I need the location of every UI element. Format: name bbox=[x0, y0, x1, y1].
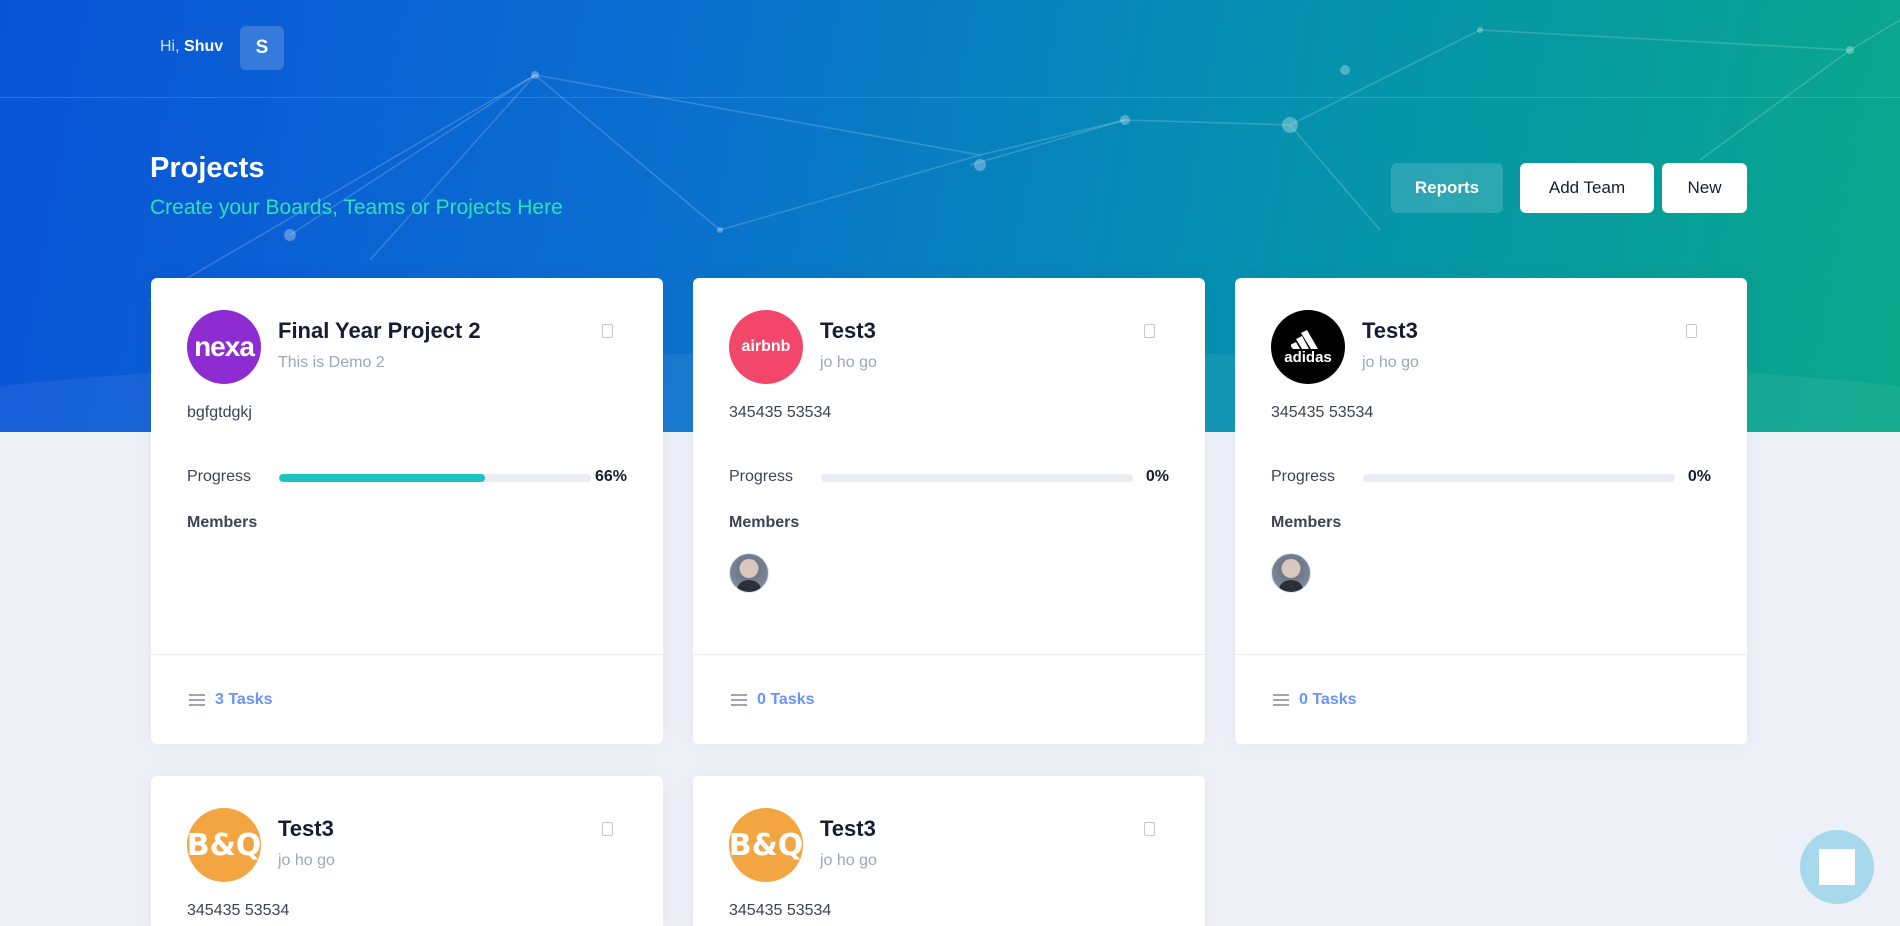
project-card: nexa Final Year Project 2 This is Demo 2… bbox=[151, 278, 663, 744]
project-title[interactable]: Test3 bbox=[1362, 318, 1418, 344]
members-label: Members bbox=[1271, 514, 1342, 531]
logo-text: adidas bbox=[1284, 348, 1332, 366]
progress-percent: 66% bbox=[594, 468, 627, 485]
project-title[interactable]: Final Year Project 2 bbox=[278, 318, 481, 344]
project-description: 345435 53534 bbox=[729, 404, 832, 421]
project-logo-bq[interactable]: B&Q bbox=[729, 808, 803, 882]
tasks-list-icon bbox=[189, 694, 205, 706]
tasks-list-icon bbox=[731, 694, 747, 706]
project-description: bgfgtdgkj bbox=[187, 404, 252, 421]
progress-bar bbox=[1363, 474, 1675, 482]
card-footer: 3 Tasks bbox=[151, 654, 663, 744]
bookmark-icon[interactable] bbox=[1686, 324, 1697, 338]
user-greeting: Hi, Shuv bbox=[160, 38, 223, 56]
tasks-count[interactable]: 0 Tasks bbox=[757, 691, 815, 709]
project-subtitle: jo ho go bbox=[278, 852, 335, 869]
project-logo-airbnb[interactable]: airbnb bbox=[729, 310, 803, 384]
bookmark-icon[interactable] bbox=[1144, 822, 1155, 836]
tasks-link[interactable]: 3 Tasks bbox=[189, 691, 273, 709]
card-footer: 0 Tasks bbox=[693, 654, 1205, 744]
project-subtitle: This is Demo 2 bbox=[278, 354, 385, 371]
progress-row: Progress 0% bbox=[729, 468, 1169, 488]
progress-bar bbox=[279, 474, 591, 482]
members-label: Members bbox=[729, 514, 800, 531]
project-card: airbnb Test3 jo ho go 345435 53534 Progr… bbox=[693, 278, 1205, 744]
project-logo-nexa[interactable]: nexa bbox=[187, 310, 261, 384]
project-card: B&Q Test3 jo ho go 345435 53534 bbox=[151, 776, 663, 926]
progress-percent: 0% bbox=[1687, 468, 1711, 485]
progress-fill bbox=[279, 474, 485, 482]
reports-button[interactable]: Reports bbox=[1391, 163, 1503, 213]
tasks-link[interactable]: 0 Tasks bbox=[1273, 691, 1357, 709]
progress-row: Progress 0% bbox=[1271, 468, 1711, 488]
chat-icon bbox=[1819, 849, 1855, 885]
project-subtitle: jo ho go bbox=[1362, 354, 1419, 371]
project-title[interactable]: Test3 bbox=[278, 816, 334, 842]
adidas-stripes-icon bbox=[1291, 329, 1318, 349]
project-card: adidas Test3 jo ho go 345435 53534 Progr… bbox=[1235, 278, 1747, 744]
bookmark-icon[interactable] bbox=[1144, 324, 1155, 338]
progress-label: Progress bbox=[729, 468, 794, 485]
tasks-count[interactable]: 0 Tasks bbox=[1299, 691, 1357, 709]
user-avatar[interactable]: S bbox=[240, 26, 284, 70]
project-description: 345435 53534 bbox=[187, 902, 290, 919]
add-team-button[interactable]: Add Team bbox=[1520, 163, 1654, 213]
project-logo-adidas[interactable]: adidas bbox=[1271, 310, 1345, 384]
project-subtitle: jo ho go bbox=[820, 852, 877, 869]
member-avatar[interactable] bbox=[729, 553, 769, 593]
top-bar: Hi, Shuv S bbox=[0, 0, 1900, 98]
tasks-list-icon bbox=[1273, 694, 1289, 706]
user-name[interactable]: Shuv bbox=[184, 38, 223, 55]
page-subtitle: Create your Boards, Teams or Projects He… bbox=[150, 196, 563, 219]
members-label: Members bbox=[187, 514, 258, 531]
greeting-prefix: Hi, bbox=[160, 38, 180, 55]
bookmark-icon[interactable] bbox=[602, 324, 613, 338]
progress-bar bbox=[821, 474, 1133, 482]
project-title[interactable]: Test3 bbox=[820, 816, 876, 842]
tasks-link[interactable]: 0 Tasks bbox=[731, 691, 815, 709]
bookmark-icon[interactable] bbox=[602, 822, 613, 836]
page-title: Projects bbox=[150, 152, 265, 184]
project-title[interactable]: Test3 bbox=[820, 318, 876, 344]
progress-percent: 0% bbox=[1145, 468, 1169, 485]
project-description: 345435 53534 bbox=[1271, 404, 1374, 421]
card-footer: 0 Tasks bbox=[1235, 654, 1747, 744]
new-button[interactable]: New bbox=[1662, 163, 1747, 213]
project-logo-bq[interactable]: B&Q bbox=[187, 808, 261, 882]
project-card: B&Q Test3 jo ho go 345435 53534 bbox=[693, 776, 1205, 926]
project-description: 345435 53534 bbox=[729, 902, 832, 919]
chat-button[interactable] bbox=[1800, 830, 1874, 904]
progress-row: Progress 66% bbox=[187, 468, 627, 488]
tasks-count[interactable]: 3 Tasks bbox=[215, 691, 273, 709]
project-subtitle: jo ho go bbox=[820, 354, 877, 371]
progress-label: Progress bbox=[1271, 468, 1336, 485]
progress-label: Progress bbox=[187, 468, 252, 485]
member-avatar[interactable] bbox=[1271, 553, 1311, 593]
